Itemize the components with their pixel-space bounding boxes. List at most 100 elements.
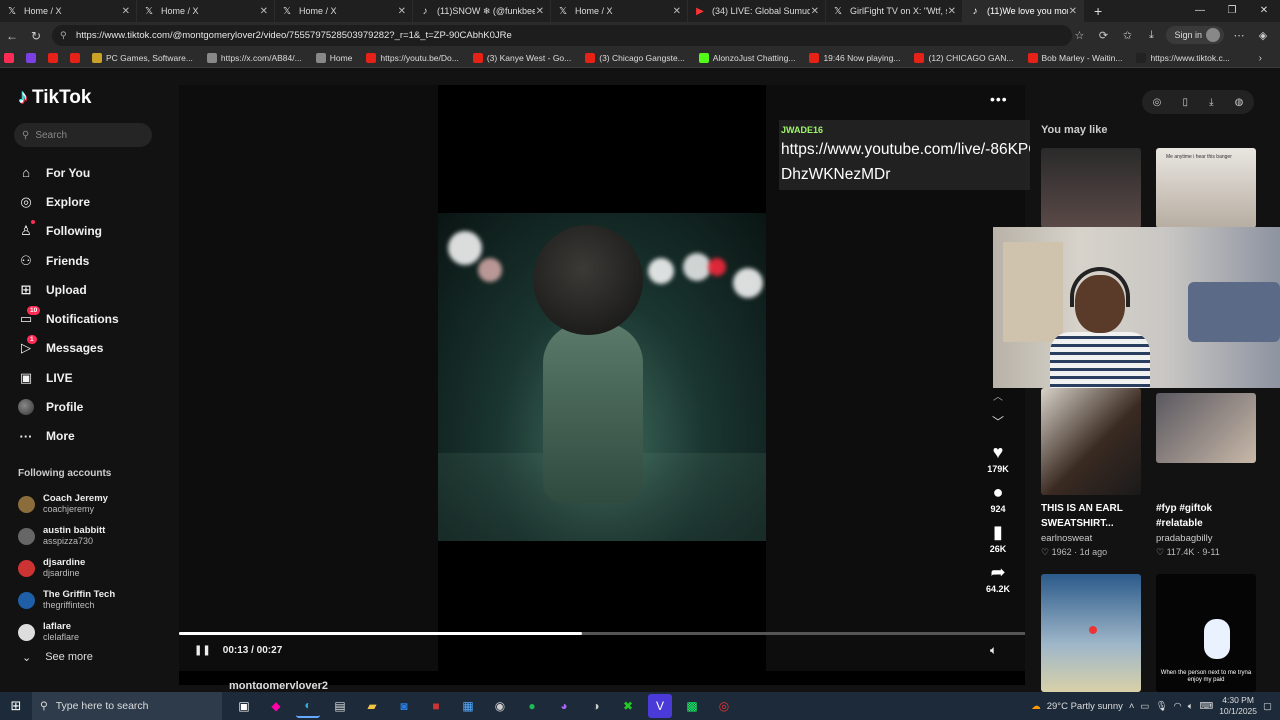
- bookmark-item[interactable]: [26, 53, 40, 63]
- close-tab-icon[interactable]: ✕: [673, 6, 681, 17]
- recommended-thumbnail[interactable]: [1041, 574, 1141, 692]
- back-icon[interactable]: ←: [0, 29, 24, 43]
- wifi-icon[interactable]: ◠: [1173, 701, 1181, 712]
- site-info-icon[interactable]: ⚲: [60, 30, 67, 41]
- bookmark-item[interactable]: https://x.com/AB84/...: [206, 53, 302, 63]
- store-icon[interactable]: ▤: [328, 694, 352, 718]
- chevron-right-icon[interactable]: ›: [1259, 53, 1262, 64]
- bookmark-item[interactable]: Bob Marley - Waitin...: [1027, 53, 1122, 63]
- comment-button[interactable]: ● 924: [978, 480, 1018, 514]
- following-account[interactable]: The Griffin Tech thegriffintech: [18, 584, 115, 616]
- tray-chevron-icon[interactable]: ˄: [1129, 701, 1135, 712]
- nav-item-friends[interactable]: ⚇ Friends: [18, 246, 119, 275]
- bookmark-item[interactable]: [70, 53, 84, 63]
- following-account[interactable]: austin babbitt asspizza730: [18, 520, 115, 552]
- app-icon[interactable]: ■: [424, 694, 448, 718]
- app-icon[interactable]: V: [648, 694, 672, 718]
- outlook-icon[interactable]: ◙: [392, 694, 416, 718]
- url-field[interactable]: ⚲ https://www.tiktok.com/@montgomerylove…: [52, 25, 1072, 46]
- browser-tab[interactable]: 𝕏 Home / X ✕: [0, 0, 137, 22]
- discord-icon[interactable]: ◕: [552, 694, 576, 718]
- file-explorer-icon[interactable]: ▰: [360, 694, 384, 718]
- bookmark-item[interactable]: PC Games, Software...: [92, 53, 193, 63]
- chevron-down-icon[interactable]: ﹀: [978, 413, 1018, 430]
- volume-icon[interactable]: 🔈︎: [1188, 701, 1194, 712]
- recommended-thumbnail[interactable]: [1156, 393, 1256, 463]
- following-account[interactable]: laflare clelaflare: [18, 616, 115, 648]
- bookmark-item[interactable]: [48, 53, 62, 63]
- new-tab-icon[interactable]: +: [1094, 3, 1102, 19]
- download-icon[interactable]: ⤓: [1209, 97, 1213, 108]
- nav-item-notifications[interactable]: ▭ 10 Notifications: [18, 304, 119, 333]
- bookmark-item[interactable]: (3) Chicago Gangste...: [585, 53, 685, 63]
- close-tab-icon[interactable]: ✕: [398, 6, 406, 17]
- recommended-thumbnail[interactable]: When the person next to me tryna enjoy m…: [1156, 574, 1256, 692]
- task-view-icon[interactable]: ▣: [232, 694, 256, 718]
- restore-icon[interactable]: ❐: [1216, 0, 1248, 22]
- nav-item-for-you[interactable]: ⌂ For You: [18, 158, 119, 187]
- close-tab-icon[interactable]: ✕: [811, 6, 819, 17]
- app-icon[interactable]: ▩: [680, 694, 704, 718]
- windows-start-icon[interactable]: ⊞: [0, 698, 32, 714]
- close-tab-icon[interactable]: ✕: [260, 6, 268, 17]
- bookmark-item[interactable]: https://www.tiktok.c...: [1136, 53, 1230, 63]
- menu-icon[interactable]: ⋯: [1230, 29, 1248, 42]
- spotify-icon[interactable]: ●: [520, 694, 544, 718]
- app-icon[interactable]: ◎: [712, 694, 736, 718]
- nav-item-profile[interactable]: Profile: [18, 392, 119, 421]
- network-icon[interactable]: ▭: [1140, 701, 1149, 712]
- copilot-icon[interactable]: ◈: [1254, 29, 1272, 42]
- notification-icon[interactable]: ▢: [1263, 701, 1272, 712]
- app-icon[interactable]: ▦: [456, 694, 480, 718]
- nav-item-messages[interactable]: ▷ 1 Messages: [18, 334, 119, 363]
- copilot-icon[interactable]: ◆: [264, 694, 288, 718]
- bookmark-item[interactable]: (12) CHICAGO GAN...: [914, 53, 1014, 63]
- steam-icon[interactable]: ◉: [488, 694, 512, 718]
- bookmark-item[interactable]: [4, 53, 18, 63]
- see-more-button[interactable]: ⌄ See more: [22, 651, 93, 664]
- nav-item-explore[interactable]: ◎ Explore: [18, 187, 119, 216]
- card-caption[interactable]: #fyp #giftok #relatable: [1156, 501, 1256, 531]
- following-account[interactable]: Coach Jeremy coachjeremy: [18, 488, 115, 520]
- card-username[interactable]: pradabagbilly: [1156, 533, 1213, 544]
- browser-tab[interactable]: ▶ (34) LIVE: Global Sumud Flo✕: [688, 0, 826, 22]
- bookmark-item[interactable]: https://youtu.be/Do...: [366, 53, 459, 63]
- video-frame[interactable]: [438, 213, 766, 541]
- bookmark-item[interactable]: 19:46 Now playing...: [809, 53, 900, 63]
- share-button[interactable]: ➦ 64.2K: [978, 560, 1018, 594]
- recommended-thumbnail[interactable]: [1041, 388, 1141, 495]
- bookmark-button[interactable]: ▮ 26K: [978, 520, 1018, 554]
- download-icon[interactable]: ⤓: [1142, 29, 1160, 42]
- recommended-thumbnail[interactable]: Me anytime i hear this banger: [1156, 148, 1256, 228]
- bookmark-item[interactable]: AlonzoJust Chatting...: [698, 53, 795, 63]
- close-tab-icon[interactable]: ✕: [948, 6, 956, 17]
- volume-icon[interactable]: 🔈︎: [990, 643, 997, 658]
- browser-tab[interactable]: ♪ (11)We love you mon ✕: [963, 0, 1084, 22]
- xbox-icon[interactable]: ✖: [616, 694, 640, 718]
- browser-tab[interactable]: 𝕏 Home / X ✕: [275, 0, 413, 22]
- star-icon[interactable]: ☆: [1070, 29, 1088, 42]
- browser-tab[interactable]: ♪ (11)SNOW ❄ (@funkbee ✕: [413, 0, 551, 22]
- close-tab-icon[interactable]: ✕: [1069, 6, 1077, 17]
- heart-button[interactable]: ♥ 179K: [978, 440, 1018, 474]
- nav-item-upload[interactable]: ⊞ Upload: [18, 275, 119, 304]
- close-tab-icon[interactable]: ✕: [122, 6, 130, 17]
- nav-item-live[interactable]: ▣ LIVE: [18, 363, 119, 392]
- chevron-up-icon[interactable]: ︿: [978, 388, 1018, 403]
- taskbar-search[interactable]: ⚲ Type here to search: [32, 692, 222, 720]
- bookmark-item[interactable]: Home: [315, 53, 352, 63]
- language-icon[interactable]: ⌨: [1199, 701, 1213, 712]
- nav-item-following[interactable]: ♙ Following: [18, 217, 119, 246]
- sign-in-button[interactable]: Sign in: [1166, 26, 1224, 44]
- close-tab-icon[interactable]: ✕: [536, 6, 544, 17]
- tiktok-logo[interactable]: ♪ TikTok: [18, 86, 91, 109]
- pause-icon[interactable]: ❚❚: [194, 645, 211, 656]
- nav-item-more[interactable]: ··· More: [18, 422, 119, 451]
- compass-icon[interactable]: ◎: [1153, 97, 1162, 108]
- following-account[interactable]: djsardine djsardine: [18, 552, 115, 584]
- microphone-icon[interactable]: 🎙︎: [1155, 701, 1167, 712]
- reload-icon[interactable]: ↻: [24, 29, 48, 43]
- extensions-icon[interactable]: ⟳: [1094, 29, 1112, 42]
- more-options-icon[interactable]: •••: [990, 91, 1008, 107]
- close-window-icon[interactable]: ✕: [1248, 0, 1280, 22]
